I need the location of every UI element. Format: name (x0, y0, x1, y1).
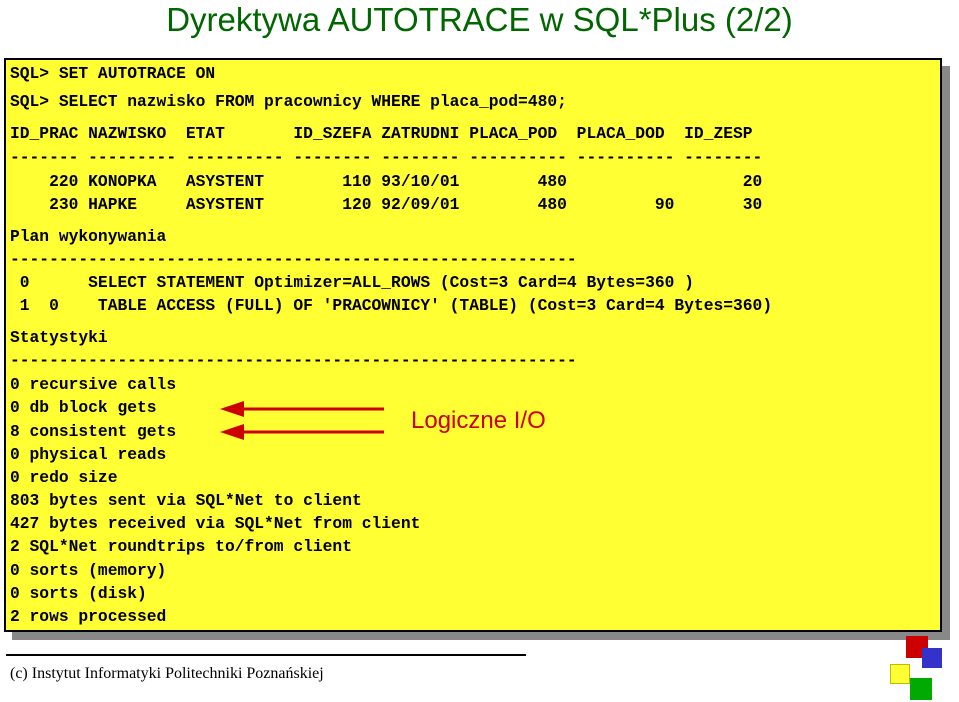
footer-credit: (c) Instytut Informatyki Politechniki Po… (10, 665, 324, 682)
arrow-left-icon (220, 424, 384, 440)
arrow-left-icon (220, 401, 384, 417)
arrows-overlay (220, 401, 384, 440)
logical-io-annotation: Logiczne I/O (411, 407, 546, 434)
footer-divider (6, 654, 526, 656)
